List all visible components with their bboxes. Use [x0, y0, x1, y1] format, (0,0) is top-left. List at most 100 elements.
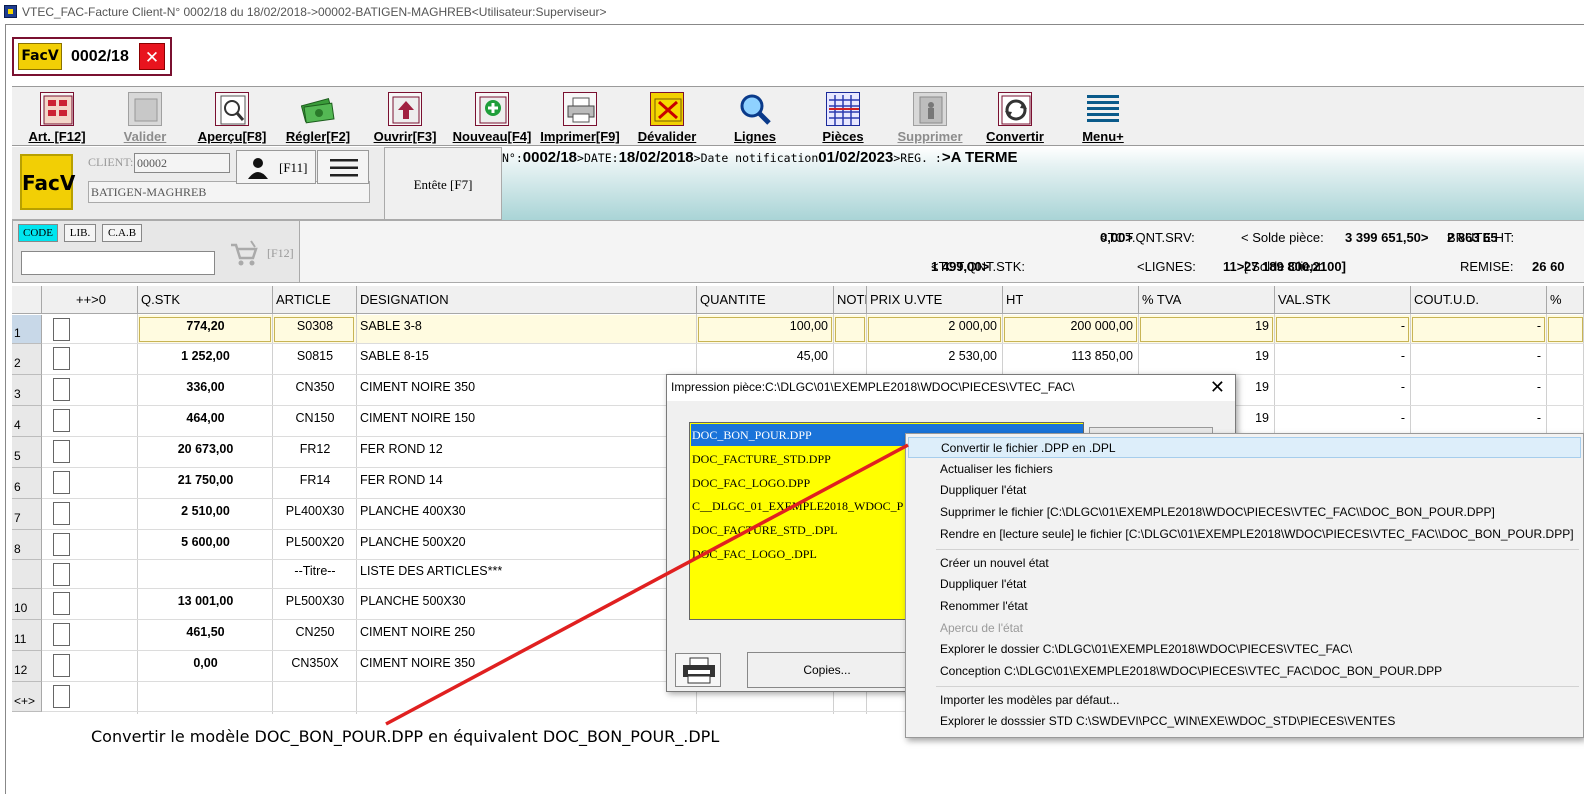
row-checkbox[interactable]: [53, 563, 70, 586]
table-cell-quantite[interactable]: 100,00: [697, 315, 832, 344]
table-cell-designation[interactable]: PLANCHE 500X20: [360, 530, 694, 560]
table-cell-cout[interactable]: -: [1411, 315, 1545, 344]
copies-button[interactable]: Copies...: [747, 652, 907, 688]
row-number[interactable]: 10: [12, 589, 42, 620]
table-cell-qstk[interactable]: 464,00: [141, 406, 270, 437]
table-cell-designation[interactable]: CIMENT NOIRE 350: [360, 651, 694, 682]
toolbar-button-convertir[interactable]: Convertir: [980, 87, 1050, 147]
dialog-close-button[interactable]: ✕: [1210, 376, 1225, 398]
table-cell-article[interactable]: CN350: [276, 375, 354, 406]
table-cell-article[interactable]: FR12: [276, 437, 354, 468]
row-checkbox[interactable]: [53, 533, 70, 556]
table-cell-designation[interactable]: CIMENT NOIRE 350: [360, 375, 694, 406]
row-checkbox[interactable]: [53, 685, 70, 708]
toolbar-button-menu-plus[interactable]: Menu+: [1068, 87, 1138, 147]
table-cell-qstk[interactable]: 21 750,00: [141, 468, 270, 499]
table-cell-article[interactable]: --Titre--: [276, 560, 354, 589]
column-header[interactable]: %: [1547, 286, 1584, 314]
column-header[interactable]: COUT.U.D.: [1411, 286, 1547, 314]
row-number[interactable]: 2: [12, 344, 42, 375]
search-mode-cab[interactable]: C.A.B: [102, 224, 142, 242]
column-header[interactable]: DESIGNATION: [357, 286, 697, 314]
table-cell-cout[interactable]: -: [1411, 375, 1545, 406]
context-menu-item[interactable]: Conception C:\DLGC\01\EXEMPLE2018\WDOC\P…: [908, 661, 1581, 682]
table-cell-article[interactable]: [276, 682, 354, 712]
table-cell-prix[interactable]: 2 000,00: [867, 315, 1001, 344]
column-header[interactable]: ++>0: [42, 286, 138, 314]
table-cell-ht[interactable]: 200 000,00: [1003, 315, 1137, 344]
toolbar-button-regler[interactable]: Régler[F2]: [282, 87, 354, 147]
column-header[interactable]: NOTE: [834, 286, 867, 314]
toolbar-button-devalider[interactable]: Dévalider: [632, 87, 702, 147]
table-cell-qstk[interactable]: 2 510,00: [141, 499, 270, 530]
table-cell-designation[interactable]: PLANCHE 500X30: [360, 589, 694, 620]
entete-button[interactable]: Entête [F7]: [384, 147, 502, 220]
table-cell-article[interactable]: CN150: [276, 406, 354, 437]
piece-tab[interactable]: FacV 0002/18 ✕: [12, 37, 172, 76]
table-cell-ht[interactable]: 113 850,00: [1003, 344, 1137, 375]
context-menu-item[interactable]: Duppliquer l'état: [908, 574, 1581, 595]
toolbar-button-apercu[interactable]: Aperçu[F8]: [194, 87, 270, 147]
row-checkbox[interactable]: [53, 592, 70, 615]
table-cell-qstk[interactable]: 774,20: [141, 315, 270, 344]
toolbar-button-article[interactable]: Art. [F12]: [22, 87, 92, 147]
toolbar-button-nouveau[interactable]: Nouveau[F4]: [452, 87, 532, 147]
context-menu-item[interactable]: Renommer l'état: [908, 596, 1581, 617]
column-header[interactable]: PRIX U.VTE: [867, 286, 1003, 314]
column-header[interactable]: % TVA: [1139, 286, 1275, 314]
table-cell-article[interactable]: PL500X30: [276, 589, 354, 620]
row-checkbox[interactable]: [53, 654, 70, 677]
table-cell-designation[interactable]: CIMENT NOIRE 250: [360, 620, 694, 651]
table-cell-designation[interactable]: PLANCHE 400X30: [360, 499, 694, 530]
table-cell-prix[interactable]: 2 530,00: [867, 344, 1001, 375]
context-menu-item[interactable]: Duppliquer l'état: [908, 480, 1581, 501]
context-menu-item[interactable]: Explorer le dosssier STD C:\SWDEVI\PCC_W…: [908, 711, 1581, 732]
row-checkbox[interactable]: [53, 623, 70, 646]
client-lookup-button[interactable]: [F11]: [236, 150, 316, 184]
table-cell-designation[interactable]: LISTE DES ARTICLES***: [360, 560, 694, 589]
cart-icon[interactable]: [229, 239, 259, 267]
table-cell-designation[interactable]: SABLE 3-8: [360, 315, 694, 344]
table-cell-valstk[interactable]: -: [1275, 344, 1409, 375]
row-number[interactable]: 7: [12, 499, 42, 530]
close-tab-button[interactable]: ✕: [139, 43, 165, 70]
article-search-input[interactable]: [21, 251, 215, 275]
context-menu-item[interactable]: Supprimer le fichier [C:\DLGC\01\EXEMPLE…: [908, 502, 1581, 523]
row-checkbox[interactable]: [53, 378, 70, 401]
toolbar-button-pieces[interactable]: Pièces: [808, 87, 878, 147]
table-cell-valstk[interactable]: -: [1275, 375, 1409, 406]
table-cell-qstk[interactable]: 336,00: [141, 375, 270, 406]
toolbar-button-valider[interactable]: Valider: [110, 87, 180, 147]
hamburger-menu-button[interactable]: [317, 150, 369, 184]
table-cell-qstk[interactable]: 13 001,00: [141, 589, 270, 620]
table-cell-article[interactable]: PL500X20: [276, 530, 354, 560]
table-cell-article[interactable]: S0815: [276, 344, 354, 375]
context-menu-item[interactable]: Explorer le dossier C:\DLGC\01\EXEMPLE20…: [908, 639, 1581, 660]
row-number[interactable]: 12: [12, 651, 42, 682]
row-checkbox[interactable]: [53, 502, 70, 525]
row-number[interactable]: 6: [12, 468, 42, 499]
context-menu-item[interactable]: Rendre en [lecture seule] le fichier [C:…: [908, 524, 1581, 545]
table-cell-qstk[interactable]: [141, 682, 270, 712]
context-menu-item[interactable]: Actualiser les fichiers: [908, 459, 1581, 480]
column-header[interactable]: VAL.STK: [1275, 286, 1411, 314]
row-number[interactable]: [12, 560, 42, 589]
row-number[interactable]: 8: [12, 530, 42, 560]
search-mode-code[interactable]: CODE: [18, 224, 58, 242]
table-cell-cout[interactable]: -: [1411, 344, 1545, 375]
row-number[interactable]: <+>: [12, 682, 42, 712]
column-header[interactable]: Q.STK: [138, 286, 273, 314]
table-cell-article[interactable]: CN250: [276, 620, 354, 651]
row-checkbox[interactable]: [53, 440, 70, 463]
row-checkbox[interactable]: [53, 471, 70, 494]
search-mode-lib[interactable]: LIB.: [64, 224, 96, 242]
column-header[interactable]: QUANTITE: [697, 286, 834, 314]
row-checkbox[interactable]: [53, 347, 70, 370]
toolbar-button-lignes[interactable]: Lignes: [720, 87, 790, 147]
table-cell-qstk[interactable]: 461,50: [141, 620, 270, 651]
client-code-field[interactable]: 00002: [134, 153, 230, 173]
table-cell-designation[interactable]: [360, 682, 694, 712]
row-number[interactable]: 4: [12, 406, 42, 437]
table-cell-qstk[interactable]: 5 600,00: [141, 530, 270, 560]
context-menu-item[interactable]: Convertir le fichier .DPP en .DPL: [908, 437, 1581, 458]
